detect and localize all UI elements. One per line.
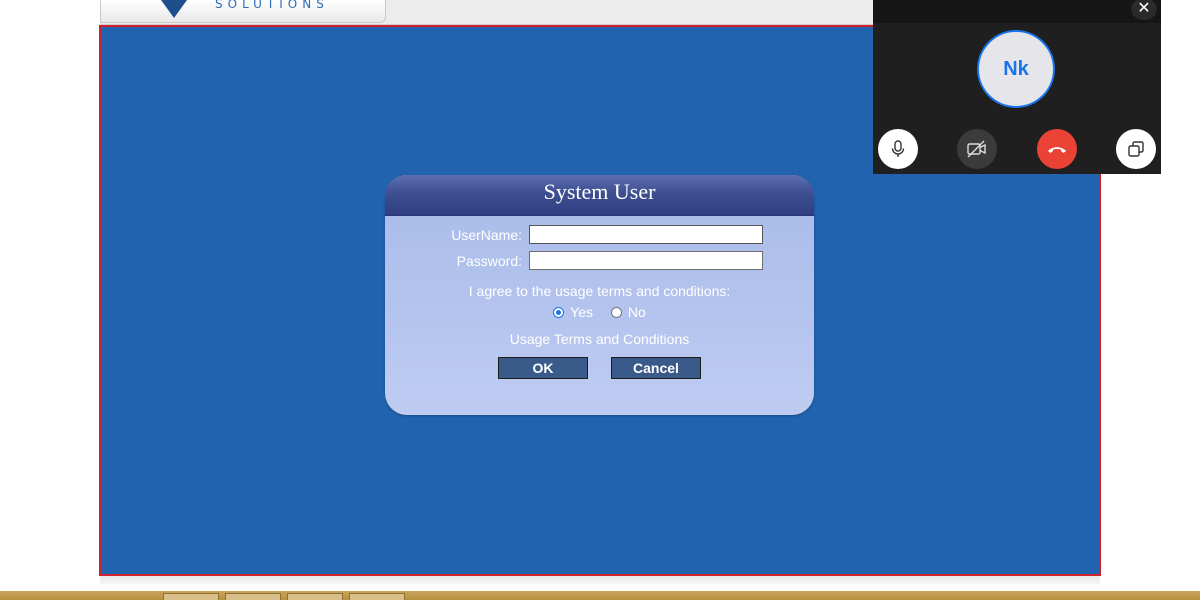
- popout-button[interactable]: [1116, 129, 1156, 169]
- mute-button[interactable]: [878, 129, 918, 169]
- logo: SOLUTIONS: [100, 0, 386, 23]
- username-label: UserName:: [451, 227, 522, 243]
- no-option[interactable]: No: [610, 304, 646, 320]
- dialog-header: System User: [385, 175, 814, 216]
- password-label: Password:: [456, 253, 522, 269]
- no-label: No: [627, 304, 646, 320]
- popout-icon: [1128, 141, 1144, 157]
- taskbar-item[interactable]: [287, 593, 343, 600]
- agree-text: I agree to the usage terms and condition…: [468, 283, 731, 299]
- yes-label: Yes: [570, 304, 594, 320]
- taskbar-item[interactable]: [349, 593, 405, 600]
- yes-option[interactable]: Yes: [553, 304, 593, 320]
- no-radio[interactable]: [610, 306, 622, 318]
- taskbar-item[interactable]: [163, 593, 219, 600]
- agree-radio-group: Yes No: [385, 304, 814, 322]
- cancel-button[interactable]: Cancel: [611, 357, 701, 379]
- terms-link[interactable]: Usage Terms and Conditions: [385, 331, 814, 347]
- footer-strip: [100, 576, 1100, 584]
- yes-radio[interactable]: [553, 306, 565, 318]
- microphone-icon: [891, 140, 905, 157]
- password-row: Password:: [385, 251, 814, 271]
- ok-button[interactable]: OK: [498, 357, 588, 379]
- logo-triangle-icon: [161, 0, 187, 18]
- hang-up-button[interactable]: [1037, 129, 1077, 169]
- taskbar-item[interactable]: [225, 593, 281, 600]
- password-input[interactable]: [529, 251, 763, 270]
- call-overlay: ✕ Nk: [873, 0, 1161, 174]
- hang-up-icon: [1048, 147, 1066, 153]
- dialog-title: System User: [543, 179, 656, 204]
- camera-off-icon: [967, 140, 986, 158]
- username-row: UserName:: [385, 225, 814, 245]
- login-dialog: System User UserName: Password: I agree …: [385, 175, 814, 415]
- call-titlebar: [873, 0, 1161, 23]
- camera-button[interactable]: [957, 129, 997, 169]
- username-input[interactable]: [529, 225, 763, 244]
- logo-brand-text: SOLUTIONS: [215, 0, 329, 11]
- avatar: Nk: [977, 30, 1055, 108]
